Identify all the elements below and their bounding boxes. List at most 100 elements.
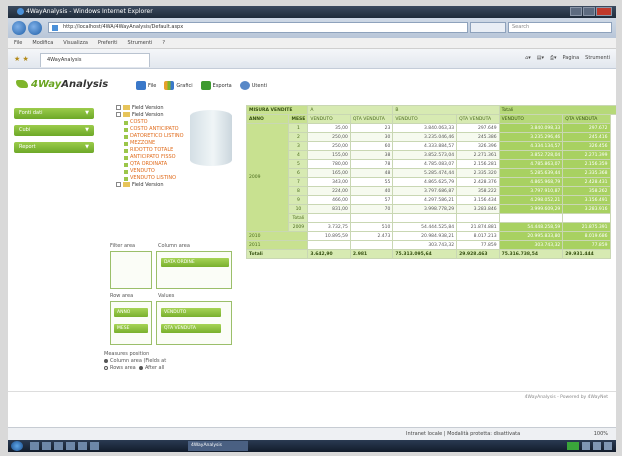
maximize-button[interactable] <box>583 7 595 16</box>
tree-root-node[interactable]: Field Version <box>108 182 236 189</box>
tree-field-item[interactable]: VENDUTO <box>108 168 236 175</box>
pivot-corner-row-field[interactable]: ANNO <box>246 114 290 124</box>
refresh-stop-buttons[interactable] <box>470 22 506 33</box>
expand-icon[interactable] <box>116 182 121 187</box>
zoom-level[interactable]: 100% <box>594 431 608 437</box>
search-input[interactable]: Search <box>508 22 612 33</box>
measure-option-rows[interactable]: Rows area After all <box>104 365 236 372</box>
month-row-header[interactable]: 9 <box>288 195 309 205</box>
url-input[interactable]: http://localhost/4WA/4WayAnalysis/Defaul… <box>48 22 468 33</box>
print-icon[interactable]: ⎙▾ <box>550 55 557 61</box>
radio-checked-icon[interactable] <box>104 358 108 363</box>
tray-icon[interactable] <box>567 442 579 450</box>
month-row-header[interactable]: 7 <box>288 177 309 187</box>
value-chip-sold[interactable]: VENDUTO <box>161 308 221 317</box>
table-cell: 4.297.586,21 <box>392 195 458 205</box>
measure-header[interactable]: QTA VENDUTA <box>562 114 611 124</box>
measure-header[interactable]: VENDUTO <box>307 114 351 124</box>
home-icon[interactable]: ⌂▾ <box>525 55 531 61</box>
app-icon[interactable] <box>78 442 87 450</box>
month-row-header[interactable]: 1 <box>288 123 309 133</box>
row-area[interactable]: ANNO MESE <box>110 301 152 345</box>
page-menu[interactable]: Pagina <box>563 55 580 61</box>
toolbar-users-button[interactable]: Utenti <box>239 81 267 90</box>
column-group-header[interactable]: B <box>392 105 500 115</box>
app-icon[interactable] <box>54 442 63 450</box>
column-group-header[interactable]: Totali <box>498 105 616 115</box>
toolbar-export-button[interactable]: Esporta <box>200 81 232 90</box>
month-row-header[interactable]: 8 <box>288 186 309 196</box>
month-row-header[interactable]: 2 <box>288 132 309 142</box>
month-row-header[interactable]: 4 <box>288 150 309 160</box>
table-cell: 2.428.376 <box>456 177 500 187</box>
collapse-icon[interactable] <box>116 112 121 117</box>
measure-option-columns[interactable]: Column area (Fields at <box>104 358 236 365</box>
pivot-corner-measure[interactable]: MISURA VENDITE <box>246 105 309 115</box>
start-button[interactable] <box>11 441 23 451</box>
app-icon[interactable] <box>90 442 99 450</box>
values-area[interactable]: VENDUTO QTA VENDUTA <box>156 301 232 345</box>
table-cell: 4.298.052,21 <box>498 195 564 205</box>
tray-icon[interactable] <box>593 442 601 450</box>
subtotal-year: 2009 <box>288 222 309 232</box>
favorites-star-icon[interactable]: ★ ★ <box>14 55 29 63</box>
toolbar-file-button[interactable]: File <box>136 81 156 90</box>
sidebar-item-data-sources[interactable]: Fonti dati ▼ <box>14 108 94 119</box>
sidebar-item-cubes[interactable]: Cubi ▼ <box>14 125 94 136</box>
month-row-header[interactable]: 6 <box>288 168 309 178</box>
tree-field-item[interactable]: COSTO ANTICIPATO <box>108 126 236 133</box>
radio-checked-icon[interactable] <box>138 365 143 370</box>
minimize-button[interactable] <box>570 7 582 16</box>
menu-view[interactable]: Visualizza <box>63 40 88 46</box>
toolbar-chart-button[interactable]: Grafici <box>164 81 193 90</box>
year-row-header[interactable]: 2011 <box>246 240 309 250</box>
tree-field-item[interactable]: COSTO <box>108 119 236 126</box>
app-icon[interactable] <box>42 442 51 450</box>
year-row-header[interactable]: 2010 <box>246 231 309 241</box>
row-chip-month[interactable]: MESE <box>114 324 148 333</box>
measure-header[interactable]: VENDUTO <box>498 114 564 124</box>
tree-field-item[interactable]: ANTICIPATO FISSO <box>108 154 236 161</box>
expand-icon[interactable] <box>116 105 121 110</box>
menu-file[interactable]: File <box>14 40 22 46</box>
close-button[interactable] <box>596 7 612 16</box>
feeds-icon[interactable]: ▤▾ <box>537 55 544 61</box>
sidebar-item-reports[interactable]: Report ▼ <box>14 142 94 153</box>
menu-favorites[interactable]: Preferiti <box>98 40 118 46</box>
forward-button[interactable] <box>28 21 42 35</box>
tools-menu[interactable]: Strumenti <box>585 55 610 61</box>
app-icon[interactable] <box>30 442 39 450</box>
menu-help[interactable]: ? <box>162 40 165 46</box>
measure-header[interactable]: VENDUTO <box>392 114 458 124</box>
taskbar-window-button[interactable]: 4WayAnalysis <box>188 441 248 451</box>
column-group-header[interactable]: A <box>307 105 394 115</box>
filter-area[interactable] <box>110 251 152 289</box>
tree-field-item[interactable]: VENDUTO LISTINO <box>108 175 236 182</box>
row-chip-year[interactable]: ANNO <box>114 308 148 317</box>
month-row-header[interactable]: 5 <box>288 159 309 169</box>
tree-field-item[interactable]: QTA ORDINATA <box>108 161 236 168</box>
pivot-corner-row-field[interactable]: MESE <box>288 114 309 124</box>
table-cell: 303.743,32 <box>392 240 458 250</box>
tree-root-node[interactable]: Field Version <box>108 105 236 112</box>
column-chip-date[interactable]: DATA ORDINE <box>161 258 229 267</box>
year-row-header[interactable]: 2009 <box>246 123 290 232</box>
value-chip-qty[interactable]: QTA VENDUTA <box>161 324 221 333</box>
menu-tools[interactable]: Strumenti <box>128 40 153 46</box>
back-button[interactable] <box>12 21 26 35</box>
browser-tab[interactable]: 4WayAnalysis <box>40 53 150 67</box>
tree-field-item[interactable]: MEZZONE <box>108 140 236 147</box>
column-area[interactable]: DATA ORDINE <box>156 251 232 289</box>
tree-field-item[interactable]: DATORETICO LISTINO <box>108 133 236 140</box>
radio-icon[interactable] <box>104 365 108 370</box>
month-row-header[interactable]: 3 <box>288 141 309 151</box>
measure-header[interactable]: QTA VENDUTA <box>349 114 394 124</box>
tree-field-item[interactable]: RIDOTTO TOTALE <box>108 147 236 154</box>
month-row-header[interactable]: 10 <box>288 204 309 214</box>
menu-edit[interactable]: Modifica <box>32 40 53 46</box>
tree-root-node[interactable]: Field Version <box>108 112 236 119</box>
app-icon[interactable] <box>66 442 75 450</box>
tray-icon[interactable] <box>604 442 612 450</box>
tray-icon[interactable] <box>582 442 590 450</box>
measure-header[interactable]: QTA VENDUTA <box>456 114 500 124</box>
